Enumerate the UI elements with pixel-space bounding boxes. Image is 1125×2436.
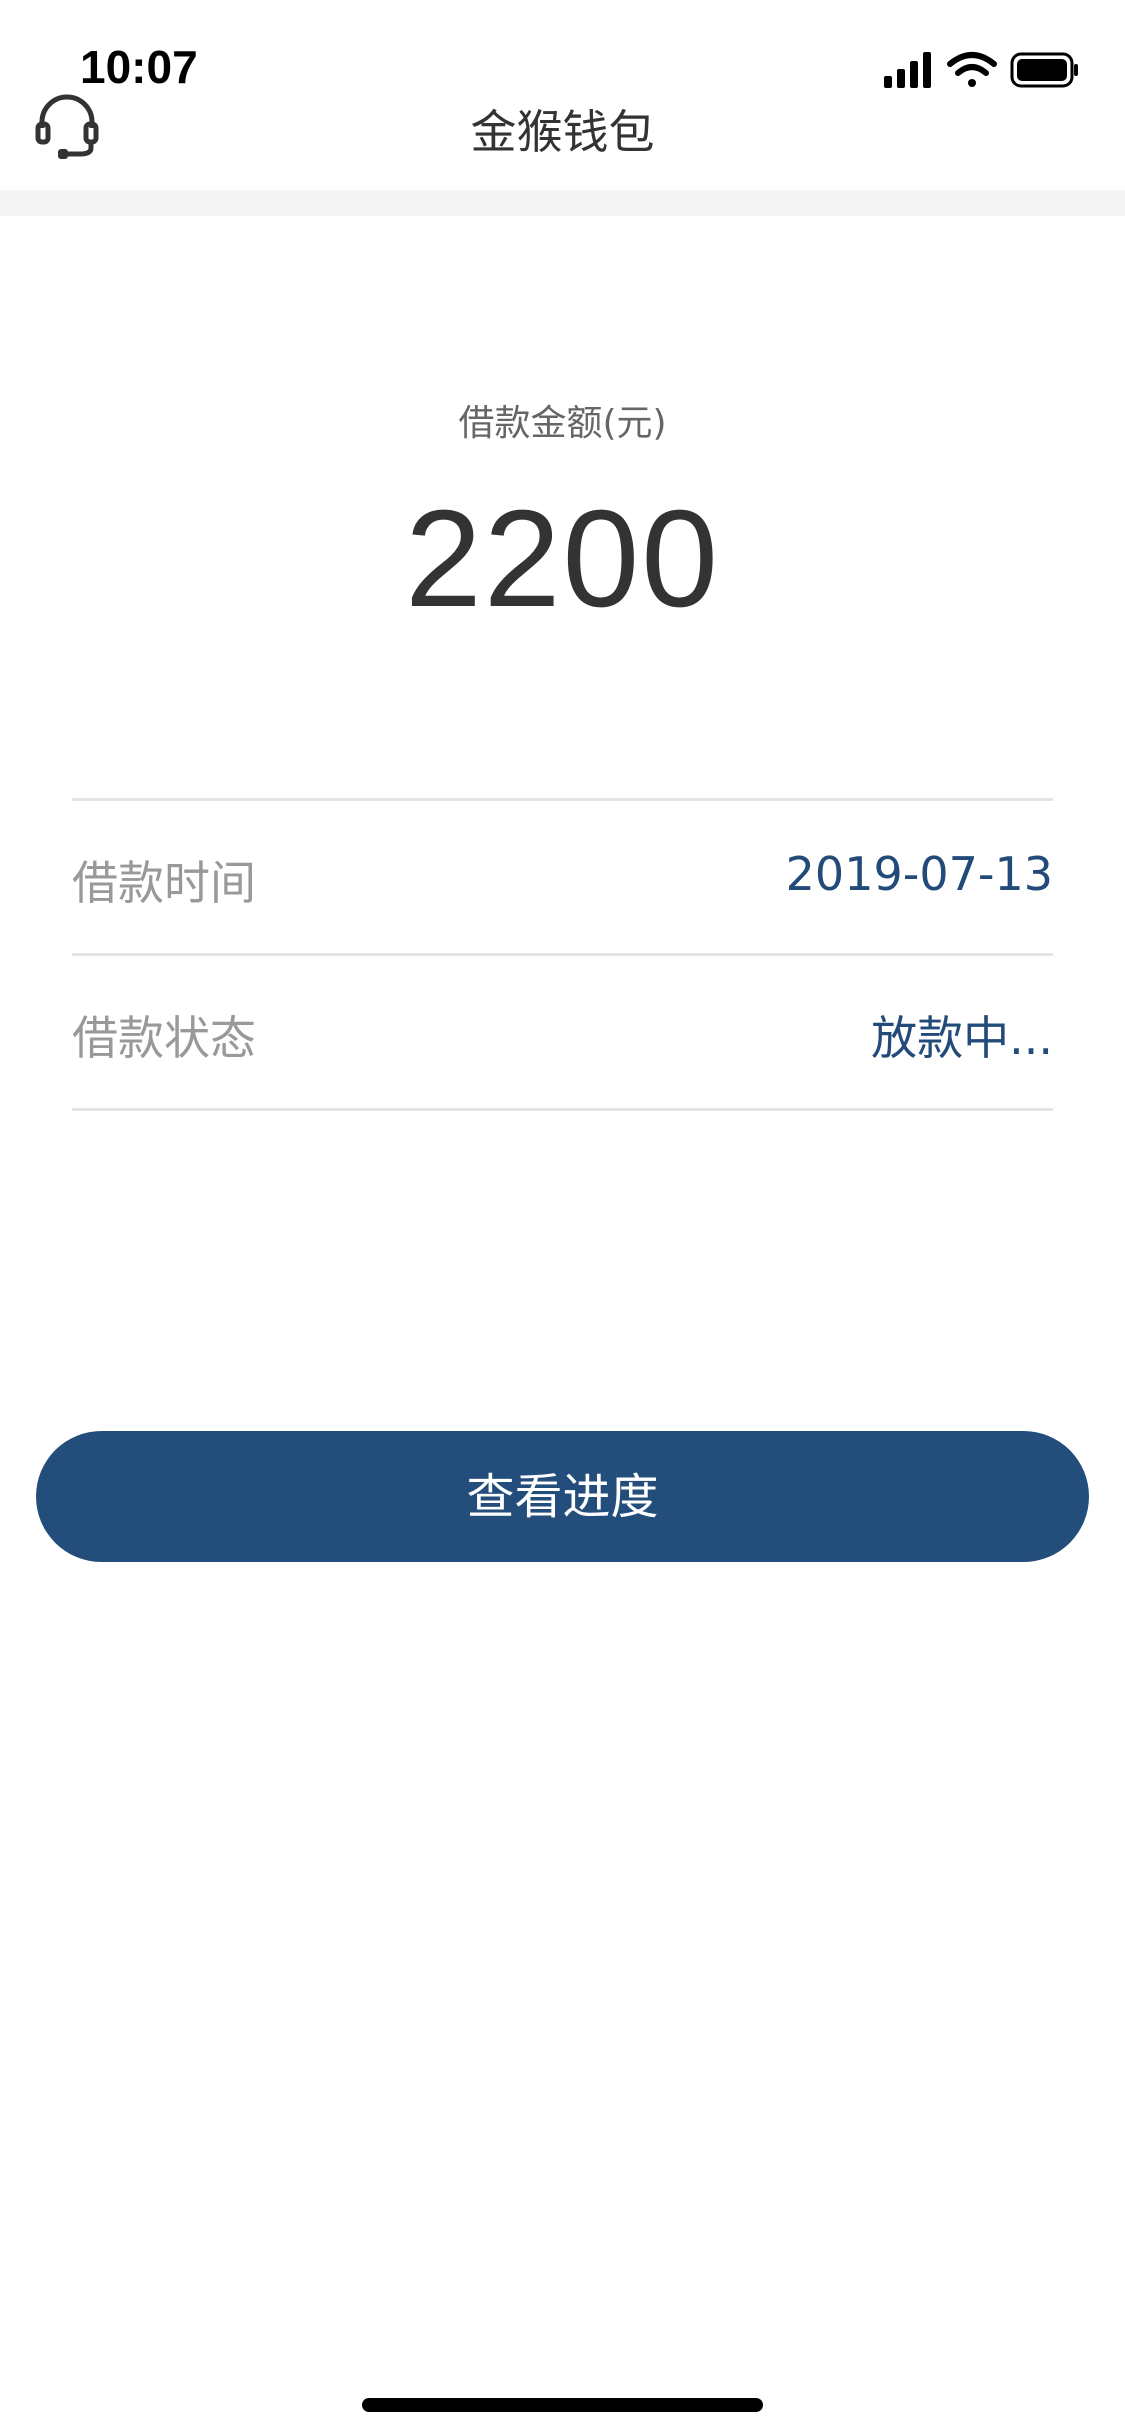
info-label: 借款时间 [72, 856, 256, 910]
info-value: 放款中... [871, 1011, 1053, 1065]
nav-divider [0, 190, 1125, 216]
view-progress-button[interactable]: 查看进度 [36, 1431, 1089, 1562]
info-row-loan-time: 借款时间 2019-07-13 [72, 798, 1053, 953]
loan-info-list: 借款时间 2019-07-13 借款状态 放款中... [72, 798, 1053, 1111]
home-indicator[interactable] [362, 2398, 763, 2412]
loan-detail-screen: 10:07 金猴钱包 借款金额(元) 2200 借款时间 2019-07-13 … [0, 0, 1125, 2436]
page-title: 金猴钱包 [470, 105, 655, 159]
loan-amount-label: 借款金额(元) [458, 403, 667, 444]
navigation-bar: 金猴钱包 [0, 80, 1125, 190]
info-value: 2019-07-13 [785, 847, 1053, 901]
info-row-loan-status: 借款状态 放款中... [72, 953, 1053, 1111]
info-label: 借款状态 [72, 1011, 256, 1065]
loan-amount-value: 2200 [405, 482, 720, 636]
